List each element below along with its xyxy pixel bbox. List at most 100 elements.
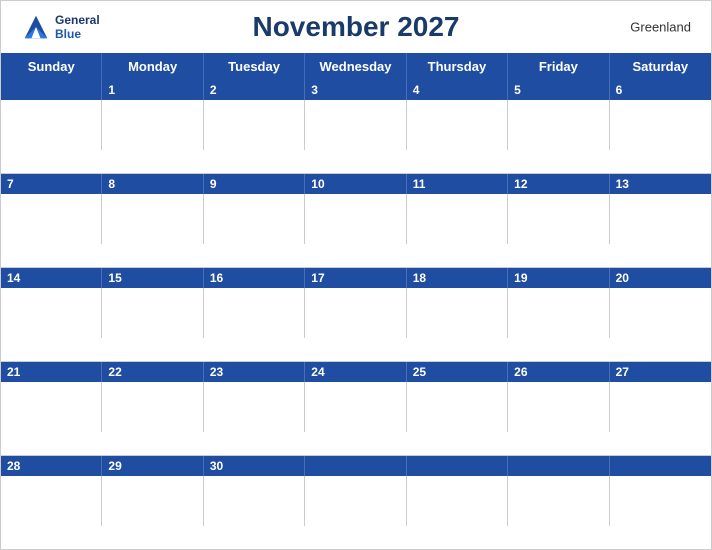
week-1-body-0: [1, 100, 102, 150]
week-2-body-6: [610, 194, 711, 244]
week-3-day-3: 17: [305, 268, 406, 288]
week-5-body-1: [102, 476, 203, 526]
logo: General Blue: [21, 12, 100, 42]
day-header-monday: Monday: [102, 53, 203, 80]
day-header-wednesday: Wednesday: [305, 53, 406, 80]
week-1-day-4: 4: [407, 80, 508, 100]
calendar-title: November 2027: [252, 11, 459, 43]
week-2-body: [1, 194, 711, 267]
week-1-day-6: 6: [610, 80, 711, 100]
week-4-day-4: 25: [407, 362, 508, 382]
week-2-day-0: 7: [1, 174, 102, 194]
week-4-body: [1, 382, 711, 455]
week-2-numbers: 7 8 9 10 11 12 13: [1, 174, 711, 194]
week-5-day-0: 28: [1, 456, 102, 476]
week-3-body-3: [305, 288, 406, 338]
week-1-day-1: 1: [102, 80, 203, 100]
week-4-body-2: [204, 382, 305, 432]
week-1-body-5: [508, 100, 609, 150]
week-1-day-5: 5: [508, 80, 609, 100]
week-5-body-0: [1, 476, 102, 526]
week-4-day-1: 22: [102, 362, 203, 382]
week-3-body-5: [508, 288, 609, 338]
week-5-body: [1, 476, 711, 549]
day-headers-row: Sunday Monday Tuesday Wednesday Thursday…: [1, 53, 711, 80]
week-5-body-6: [610, 476, 711, 526]
week-5-body-4: [407, 476, 508, 526]
week-1-numbers: 1 2 3 4 5 6: [1, 80, 711, 100]
region-label: Greenland: [630, 20, 691, 35]
week-4-body-6: [610, 382, 711, 432]
week-1-body: [1, 100, 711, 173]
week-1-body-1: [102, 100, 203, 150]
calendar: General Blue November 2027 Greenland Sun…: [0, 0, 712, 550]
week-5-day-3: [305, 456, 406, 476]
week-4-day-0: 21: [1, 362, 102, 382]
logo-general: General: [55, 13, 100, 27]
week-3-day-2: 16: [204, 268, 305, 288]
week-1-body-4: [407, 100, 508, 150]
week-5-day-2: 30: [204, 456, 305, 476]
week-5-body-2: [204, 476, 305, 526]
day-header-tuesday: Tuesday: [204, 53, 305, 80]
week-2-day-5: 12: [508, 174, 609, 194]
week-2-day-6: 13: [610, 174, 711, 194]
day-header-thursday: Thursday: [407, 53, 508, 80]
week-3-day-5: 19: [508, 268, 609, 288]
week-2: 7 8 9 10 11 12 13: [1, 174, 711, 268]
week-1-body-6: [610, 100, 711, 150]
week-3-body-4: [407, 288, 508, 338]
weeks-container: 1 2 3 4 5 6 7 8 9 10: [1, 80, 711, 549]
week-4-body-0: [1, 382, 102, 432]
week-1-day-0: [1, 80, 102, 100]
week-3-day-4: 18: [407, 268, 508, 288]
week-3-body-1: [102, 288, 203, 338]
week-2-body-3: [305, 194, 406, 244]
week-1-day-2: 2: [204, 80, 305, 100]
week-3-numbers: 14 15 16 17 18 19 20: [1, 268, 711, 288]
week-2-day-2: 9: [204, 174, 305, 194]
week-1: 1 2 3 4 5 6: [1, 80, 711, 174]
week-3-day-0: 14: [1, 268, 102, 288]
calendar-header: General Blue November 2027 Greenland: [1, 1, 711, 53]
week-3-body-0: [1, 288, 102, 338]
week-5-body-5: [508, 476, 609, 526]
week-3-body-2: [204, 288, 305, 338]
week-2-day-4: 11: [407, 174, 508, 194]
week-2-body-1: [102, 194, 203, 244]
day-header-saturday: Saturday: [610, 53, 711, 80]
week-3-day-1: 15: [102, 268, 203, 288]
week-3-body-6: [610, 288, 711, 338]
week-4-day-6: 27: [610, 362, 711, 382]
week-1-body-2: [204, 100, 305, 150]
week-5-day-1: 29: [102, 456, 203, 476]
week-5-day-4: [407, 456, 508, 476]
logo-blue: Blue: [55, 27, 100, 41]
day-header-friday: Friday: [508, 53, 609, 80]
week-2-body-5: [508, 194, 609, 244]
week-2-day-1: 8: [102, 174, 203, 194]
week-2-body-2: [204, 194, 305, 244]
week-5-day-5: [508, 456, 609, 476]
week-1-body-3: [305, 100, 406, 150]
week-2-body-0: [1, 194, 102, 244]
week-3: 14 15 16 17 18 19 20: [1, 268, 711, 362]
week-2-body-4: [407, 194, 508, 244]
week-5-body-3: [305, 476, 406, 526]
week-3-body: [1, 288, 711, 361]
logo-icon: [21, 12, 51, 42]
week-4-body-5: [508, 382, 609, 432]
week-5-day-6: [610, 456, 711, 476]
week-4-body-4: [407, 382, 508, 432]
week-4-day-5: 26: [508, 362, 609, 382]
week-4-day-3: 24: [305, 362, 406, 382]
week-4: 21 22 23 24 25 26 27: [1, 362, 711, 456]
week-5: 28 29 30: [1, 456, 711, 549]
week-2-day-3: 10: [305, 174, 406, 194]
day-header-sunday: Sunday: [1, 53, 102, 80]
week-3-day-6: 20: [610, 268, 711, 288]
week-1-day-3: 3: [305, 80, 406, 100]
week-4-day-2: 23: [204, 362, 305, 382]
week-4-body-3: [305, 382, 406, 432]
week-4-body-1: [102, 382, 203, 432]
